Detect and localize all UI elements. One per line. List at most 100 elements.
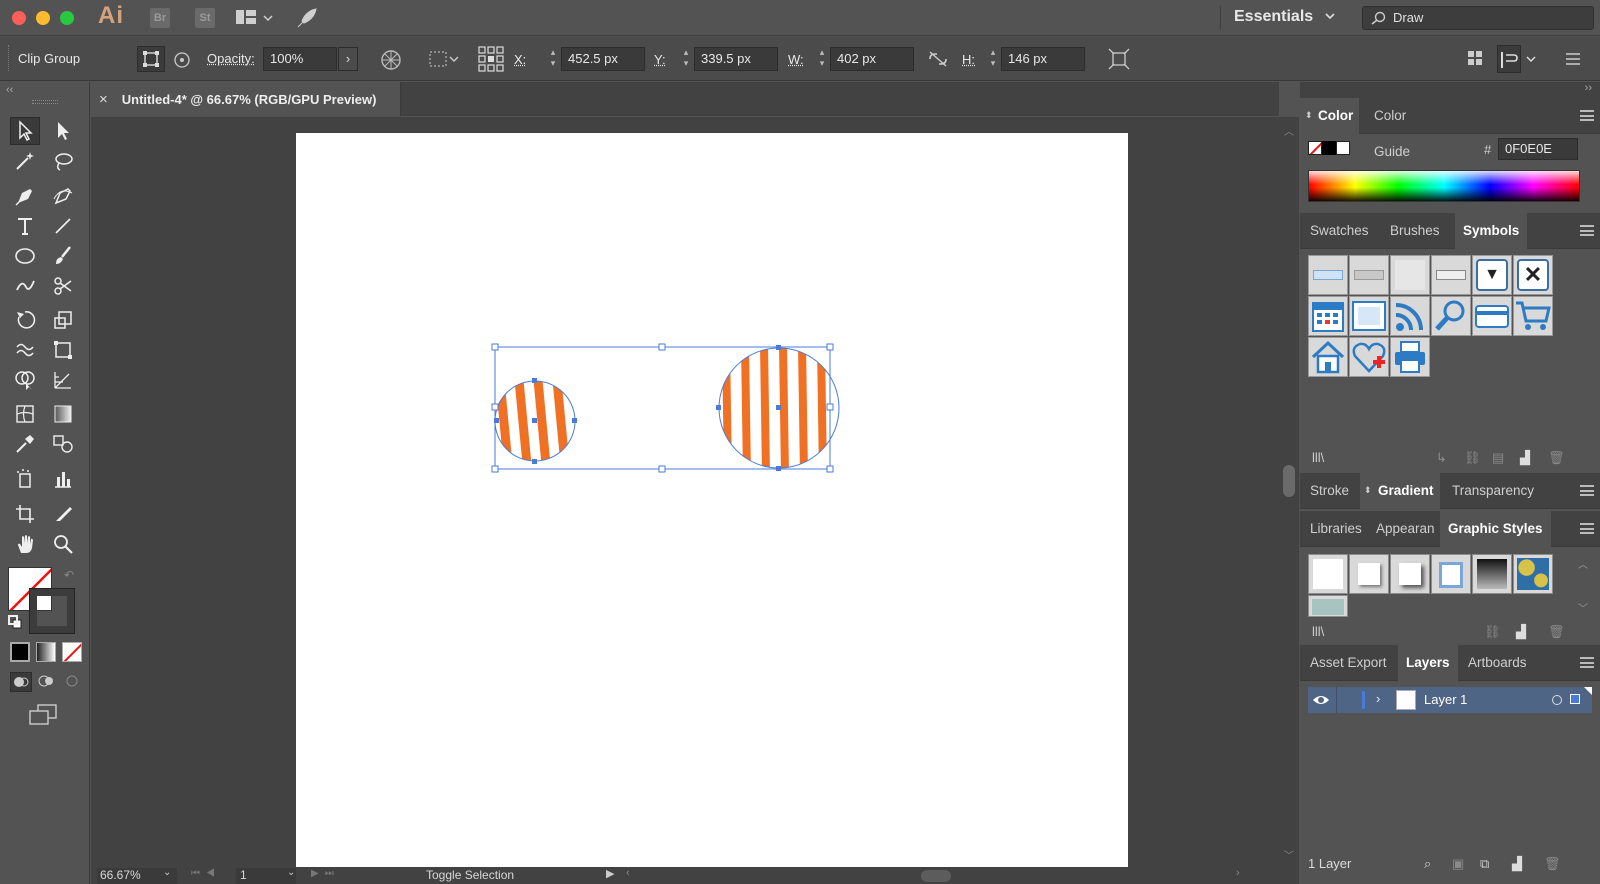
draw-behind-icon[interactable] (36, 672, 56, 693)
expand-dock-icon[interactable]: ›› (1585, 82, 1592, 94)
tab-libraries[interactable]: Libraries (1304, 511, 1368, 547)
clip-group-artwork[interactable] (490, 340, 850, 490)
stroke-swatch[interactable] (29, 588, 75, 634)
eyedropper-tool-icon[interactable] (10, 430, 40, 458)
tab-stroke[interactable]: Stroke (1304, 473, 1355, 509)
pen-tool-icon[interactable] (10, 182, 40, 210)
panel-menu-icon[interactable] (1565, 51, 1581, 70)
document-tab[interactable]: × Untitled-4* @ 66.67% (RGB/GPU Preview) (91, 82, 401, 116)
place-symbol-icon[interactable]: ↳ (1436, 450, 1447, 466)
ellipse-tool-icon[interactable] (10, 242, 40, 270)
panel-menu-icon[interactable] (1580, 225, 1594, 236)
close-x-icon[interactable]: ✕ (1513, 255, 1553, 295)
bridge-button[interactable]: Br (150, 8, 170, 28)
tab-gradient[interactable]: Gradient (1360, 473, 1440, 509)
scissors-tool-icon[interactable] (48, 272, 78, 300)
delete-layer-icon[interactable]: 🗑 (1544, 856, 1561, 872)
blend-tool-icon[interactable] (48, 430, 78, 458)
shaper-tool-icon[interactable] (10, 272, 40, 300)
scroll-left-icon[interactable]: ‹ (626, 867, 630, 879)
style-blue-outline[interactable] (1431, 554, 1471, 594)
tab-layers[interactable]: Layers (1398, 645, 1458, 681)
delete-style-icon[interactable]: 🗑 (1548, 624, 1565, 640)
opacity-expand-button[interactable]: › (338, 47, 358, 71)
target-icon[interactable] (1552, 695, 1562, 705)
panel-menu-icon[interactable] (1580, 523, 1594, 534)
symbol-dropdown-field[interactable] (1431, 255, 1471, 295)
color-mode-button[interactable] (10, 642, 30, 662)
chevron-down-icon[interactable]: ⌄ (163, 867, 171, 878)
chevron-down-icon[interactable] (1324, 10, 1336, 25)
horizontal-scroll-thumb[interactable] (921, 870, 951, 882)
style-libraries-icon[interactable]: lll\ (1312, 624, 1324, 639)
screen-mode-icon[interactable] (28, 704, 58, 729)
properties-panel-button[interactable] (1497, 45, 1521, 73)
edit-clipping-path-button[interactable] (137, 46, 165, 72)
curvature-tool-icon[interactable] (48, 182, 78, 210)
hex-field[interactable]: 0F0E0E (1498, 138, 1578, 160)
status-menu-icon[interactable]: ▶ (606, 867, 614, 880)
artboard-nav-first-icon[interactable]: ⏮◀ (191, 868, 221, 879)
h-stepper[interactable]: ▴ ▾ (987, 47, 999, 71)
swap-fill-stroke-icon[interactable]: ↶ (64, 568, 74, 582)
shape-builder-tool-icon[interactable] (10, 366, 40, 394)
heart-plus-icon[interactable] (1349, 337, 1389, 377)
mesh-tool-icon[interactable] (10, 400, 40, 428)
arrange-documents-icon[interactable] (236, 9, 276, 30)
break-link-icon[interactable]: ⛓ (1464, 450, 1481, 466)
make-clipping-mask-icon[interactable]: ▣ (1452, 856, 1464, 872)
symbol-sprayer-tool-icon[interactable] (10, 465, 40, 493)
minimize-window-button[interactable] (36, 11, 50, 25)
magnifier-icon[interactable] (1431, 296, 1471, 336)
h-field[interactable]: 146 px (1001, 47, 1085, 71)
symbol-button-gray[interactable] (1349, 255, 1389, 295)
tab-brushes[interactable]: Brushes (1384, 213, 1446, 249)
locate-object-icon[interactable]: ⌕ (1424, 856, 1431, 872)
lasso-tool-icon[interactable] (48, 147, 78, 175)
style-pattern[interactable] (1513, 554, 1553, 594)
rotate-tool-icon[interactable] (10, 306, 40, 334)
vertical-scrollbar[interactable]: ︿ ﹀ (1279, 117, 1299, 867)
zoom-window-button[interactable] (60, 11, 74, 25)
workspace-switcher[interactable]: Essentials (1234, 8, 1313, 26)
transform-icon[interactable] (1108, 48, 1130, 73)
column-graph-tool-icon[interactable] (48, 465, 78, 493)
delete-symbol-icon[interactable]: 🗑 (1548, 450, 1565, 466)
tab-symbols[interactable]: Symbols (1455, 213, 1528, 249)
gradient-mode-button[interactable] (36, 642, 56, 662)
break-style-link-icon[interactable]: ⛓ (1484, 624, 1501, 640)
zoom-tool-icon[interactable] (48, 530, 78, 558)
selection-tool-icon[interactable] (10, 117, 40, 145)
symbol-libraries-icon[interactable]: lll\ (1312, 450, 1324, 465)
new-symbol-icon[interactable]: ▟ (1520, 450, 1530, 466)
style-teal[interactable] (1308, 595, 1348, 617)
perspective-grid-tool-icon[interactable] (48, 366, 78, 394)
style-dark-gradient[interactable] (1472, 554, 1512, 594)
symbol-options-icon[interactable]: ▤ (1492, 450, 1504, 466)
free-transform-tool-icon[interactable] (48, 336, 78, 364)
w-field[interactable]: 402 px (830, 47, 914, 71)
close-window-button[interactable] (12, 11, 26, 25)
symbol-button-blue[interactable] (1308, 255, 1348, 295)
selection-indicator[interactable] (1570, 694, 1580, 704)
collapse-toolbar-icon[interactable]: ‹‹ (6, 84, 13, 96)
h-label[interactable]: H: (962, 52, 975, 67)
tab-artboards[interactable]: Artboards (1462, 645, 1533, 681)
w-label[interactable]: W: (788, 52, 804, 67)
new-sublayer-icon[interactable]: ⧉ (1480, 856, 1489, 872)
layer-row[interactable]: › Layer 1 (1308, 687, 1592, 713)
home-icon[interactable] (1308, 337, 1348, 377)
type-tool-icon[interactable] (10, 212, 40, 240)
scroll-up-icon[interactable]: ︿ (1578, 556, 1588, 571)
magic-wand-tool-icon[interactable] (10, 147, 40, 175)
new-layer-icon[interactable]: ▟ (1512, 856, 1522, 872)
stock-button[interactable]: St (195, 8, 215, 28)
panel-menu-icon[interactable] (1580, 485, 1594, 496)
panel-options-toggle-icon[interactable]: ⬍ (1364, 485, 1372, 496)
default-fill-stroke-icon[interactable] (8, 615, 22, 632)
tab-transparency[interactable]: Transparency (1446, 473, 1540, 509)
feather-icon[interactable] (296, 7, 320, 32)
paintbrush-tool-icon[interactable] (48, 242, 78, 270)
draw-normal-icon[interactable] (10, 672, 32, 692)
shopping-cart-icon[interactable] (1513, 296, 1553, 336)
